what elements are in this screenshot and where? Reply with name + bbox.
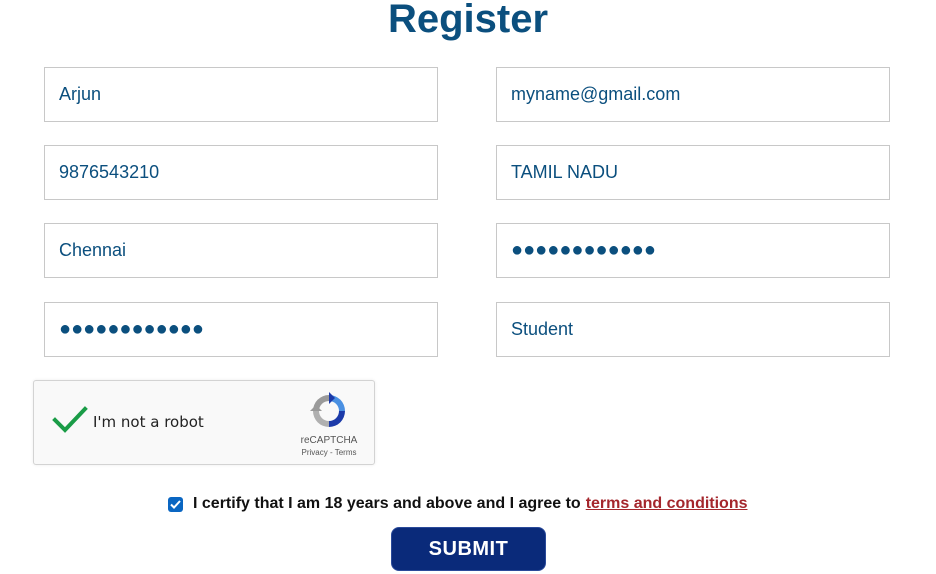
role-select[interactable]: Student [496,302,890,357]
recaptcha-widget: I'm not a robot reCAPTCHA Privacy - Term… [33,380,375,465]
certify-row: I certify that I am 18 years and above a… [168,493,748,515]
page-title: Register [387,0,549,41]
terms-link[interactable]: terms and conditions [586,495,748,513]
recaptcha-privacy-terms[interactable]: Privacy - Terms [289,448,369,457]
recaptcha-brand: reCAPTCHA [300,435,358,446]
certify-checkbox[interactable] [168,496,183,512]
name-field[interactable]: Arjun [44,67,438,122]
city-field[interactable]: Chennai [44,223,438,278]
captcha-label: I'm not a robot [93,413,204,431]
state-select[interactable]: TAMIL NADU [496,145,890,200]
phone-field[interactable]: 9876543210 [44,145,438,200]
confirm-password-field[interactable]: ●●●●●●●●●●●● [44,302,438,357]
checkmark-icon [170,499,181,509]
recaptcha-logo-icon [309,391,349,431]
email-field[interactable]: myname@gmail.com [496,67,890,122]
submit-button[interactable]: SUBMIT [391,527,546,571]
register-page: Register Arjun myname@gmail.com 98765432… [0,0,936,574]
captcha-checkmark-icon[interactable] [52,405,88,435]
certify-text: I certify that I am 18 years and above a… [193,495,581,512]
password-field[interactable]: ●●●●●●●●●●●● [496,223,890,278]
